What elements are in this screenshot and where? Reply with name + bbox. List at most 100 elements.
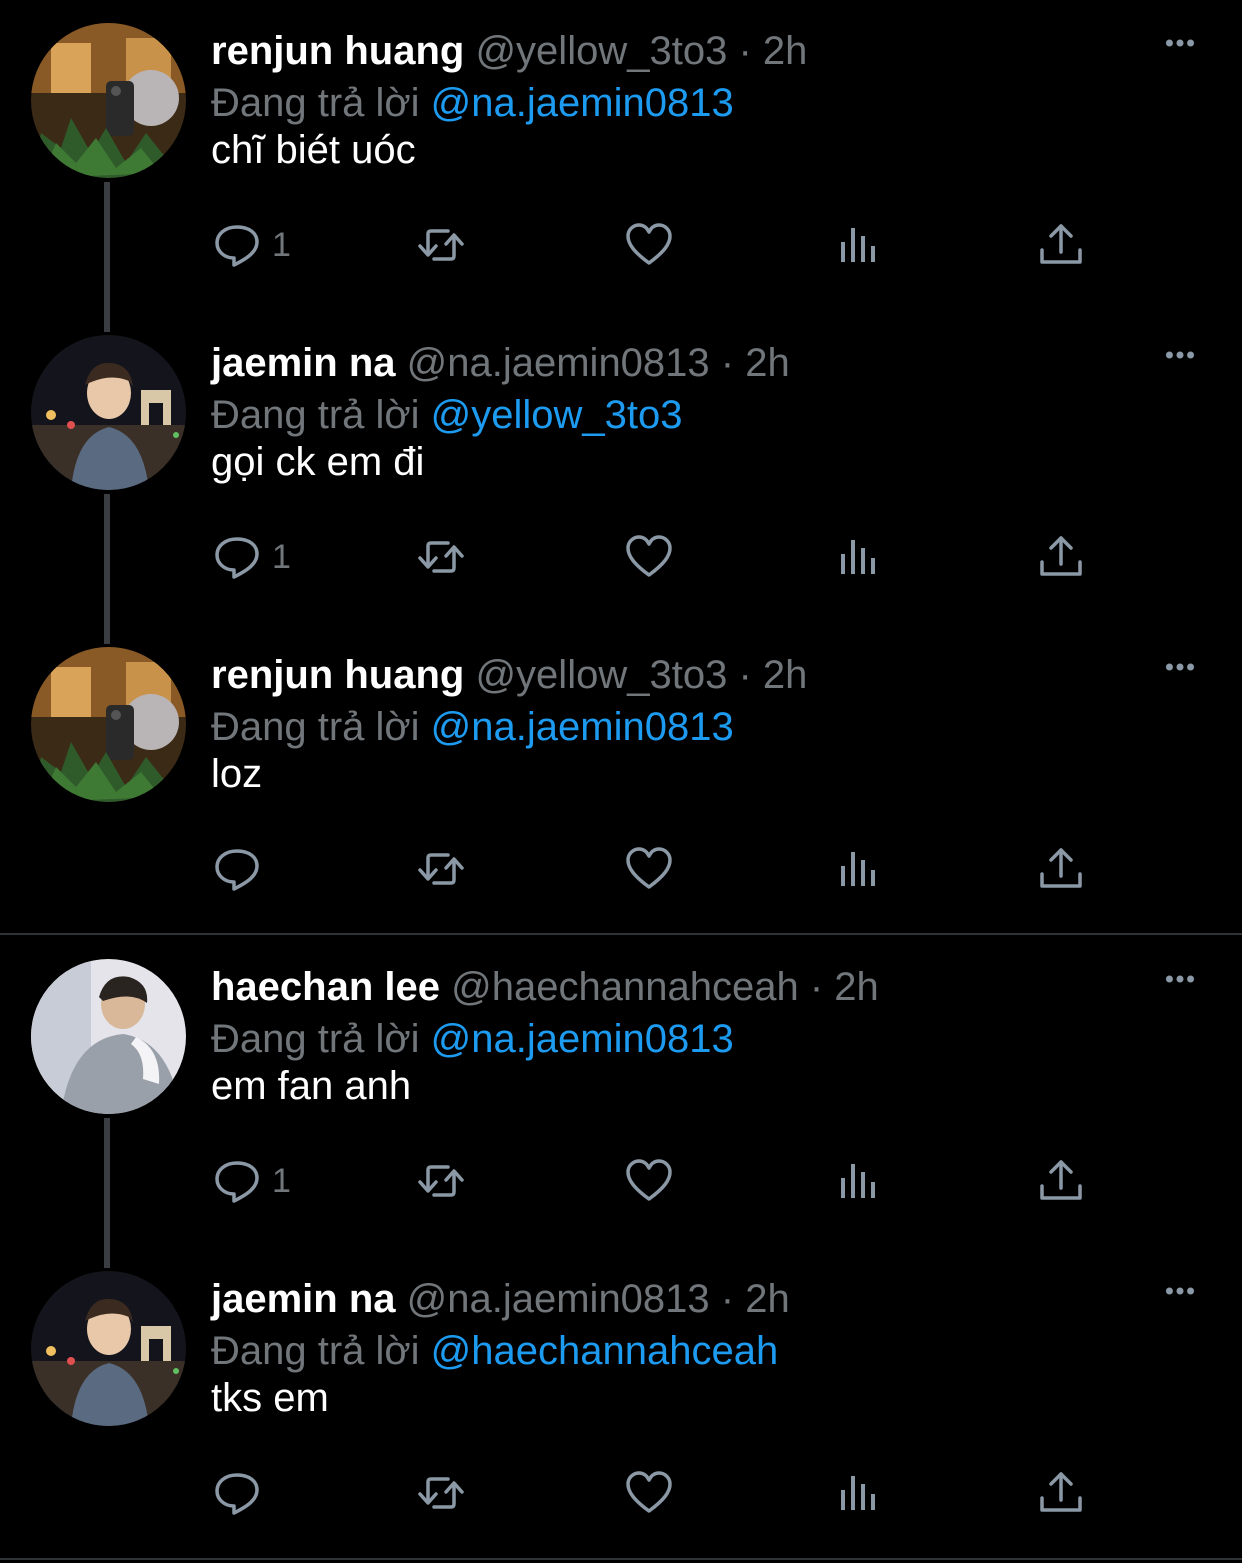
avatar[interactable]	[31, 335, 186, 490]
reply-count: 1	[272, 537, 291, 576]
like-icon	[624, 220, 674, 270]
mention-link[interactable]: @yellow_3to3	[431, 393, 683, 437]
more-options-button[interactable]	[1155, 1266, 1205, 1316]
share-button[interactable]	[1036, 1146, 1086, 1216]
user-handle[interactable]: @na.jaemin0813	[407, 341, 710, 385]
avatar[interactable]	[31, 23, 186, 178]
more-options-button[interactable]	[1155, 18, 1205, 68]
share-icon	[1036, 1468, 1086, 1518]
replying-to-label: Đang trả lời	[211, 1329, 420, 1373]
tweet-header: renjun huang @yellow_3to3 · 2h	[211, 649, 807, 701]
display-name[interactable]: renjun huang	[211, 29, 464, 73]
replying-to: Đang trả lời @na.jaemin0813	[211, 701, 734, 753]
tweet-text: tks em	[211, 1376, 329, 1420]
retweet-button[interactable]	[416, 522, 466, 592]
more-options-button[interactable]	[1155, 642, 1205, 692]
timestamp[interactable]: 2h	[834, 965, 879, 1009]
avatar[interactable]	[31, 647, 186, 802]
more-options-button[interactable]	[1155, 330, 1205, 380]
replying-to-label: Đang trả lời	[211, 1017, 420, 1061]
avatar[interactable]	[31, 959, 186, 1114]
like-button[interactable]	[624, 1458, 674, 1528]
more-icon	[1158, 333, 1202, 377]
views-button[interactable]	[832, 1146, 882, 1216]
share-icon	[1036, 220, 1086, 270]
user-handle[interactable]: @yellow_3to3	[475, 653, 727, 697]
like-button[interactable]	[624, 834, 674, 904]
share-button[interactable]	[1036, 834, 1086, 904]
display-name[interactable]: haechan lee	[211, 965, 440, 1009]
timestamp[interactable]: 2h	[745, 1277, 790, 1321]
share-button[interactable]	[1036, 1458, 1086, 1528]
tweet-actions: 1	[0, 522, 1242, 592]
views-icon	[832, 844, 882, 894]
like-button[interactable]	[624, 210, 674, 280]
reply-button[interactable]: 1	[212, 522, 291, 592]
tweet[interactable]: jaemin na @na.jaemin0813 · 2h Đang trả l…	[0, 1248, 1242, 1560]
like-button[interactable]	[624, 1146, 674, 1216]
tweet-text: gọi ck em đi	[211, 440, 425, 484]
share-button[interactable]	[1036, 210, 1086, 280]
timestamp[interactable]: 2h	[763, 653, 808, 697]
share-button[interactable]	[1036, 522, 1086, 592]
separator-dot: ·	[720, 341, 735, 385]
reply-button[interactable]: 1	[212, 210, 291, 280]
views-button[interactable]	[832, 1458, 882, 1528]
mention-link[interactable]: @haechannahceah	[431, 1329, 779, 1373]
views-icon	[832, 1468, 882, 1518]
like-icon	[624, 1468, 674, 1518]
tweet-header: jaemin na @na.jaemin0813 · 2h	[211, 337, 790, 389]
tweet-text: loz	[211, 752, 263, 796]
user-handle[interactable]: @haechannahceah	[451, 965, 799, 1009]
replying-to-label: Đang trả lời	[211, 705, 420, 749]
tweet[interactable]: haechan lee @haechannahceah · 2h Đang tr…	[0, 936, 1242, 1248]
timestamp[interactable]: 2h	[745, 341, 790, 385]
views-button[interactable]	[832, 834, 882, 904]
views-icon	[832, 532, 882, 582]
reply-button[interactable]: 1	[212, 1146, 291, 1216]
timestamp[interactable]: 2h	[763, 29, 808, 73]
display-name[interactable]: jaemin na	[211, 1277, 396, 1321]
reply-icon	[212, 220, 262, 270]
more-icon	[1158, 645, 1202, 689]
views-button[interactable]	[832, 522, 882, 592]
like-button[interactable]	[624, 522, 674, 592]
tweet-text: chĩ biét uóc	[211, 128, 416, 172]
share-icon	[1036, 844, 1086, 894]
display-name[interactable]: jaemin na	[211, 341, 396, 385]
user-handle[interactable]: @yellow_3to3	[475, 29, 727, 73]
avatar[interactable]	[31, 1271, 186, 1426]
retweet-button[interactable]	[416, 1458, 466, 1528]
more-icon	[1158, 21, 1202, 65]
tweet-header: renjun huang @yellow_3to3 · 2h	[211, 25, 807, 77]
retweet-button[interactable]	[416, 210, 466, 280]
more-options-button[interactable]	[1155, 954, 1205, 1004]
tweet[interactable]: jaemin na @na.jaemin0813 · 2h Đang trả l…	[0, 312, 1242, 624]
mention-link[interactable]: @na.jaemin0813	[431, 705, 734, 749]
views-button[interactable]	[832, 210, 882, 280]
reply-button[interactable]	[212, 834, 272, 904]
tweet[interactable]: renjun huang @yellow_3to3 · 2h Đang trả …	[0, 624, 1242, 936]
separator-dot: ·	[809, 965, 824, 1009]
tweet-actions	[0, 834, 1242, 904]
retweet-button[interactable]	[416, 834, 466, 904]
mention-link[interactable]: @na.jaemin0813	[431, 1017, 734, 1061]
tweet-text: em fan anh	[211, 1064, 412, 1108]
retweet-icon	[416, 220, 466, 270]
retweet-icon	[416, 1156, 466, 1206]
tweet-actions: 1	[0, 210, 1242, 280]
reply-icon	[212, 532, 262, 582]
mention-link[interactable]: @na.jaemin0813	[431, 81, 734, 125]
separator-dot: ·	[738, 29, 752, 73]
replying-to-label: Đang trả lời	[211, 393, 420, 437]
reply-button[interactable]	[212, 1458, 272, 1528]
user-handle[interactable]: @na.jaemin0813	[407, 1277, 710, 1321]
retweet-icon	[416, 844, 466, 894]
share-icon	[1036, 532, 1086, 582]
share-icon	[1036, 1156, 1086, 1206]
like-icon	[624, 1156, 674, 1206]
replying-to: Đang trả lời @haechannahceah	[211, 1325, 778, 1377]
tweet[interactable]: renjun huang @yellow_3to3 · 2h Đang trả …	[0, 0, 1242, 312]
display-name[interactable]: renjun huang	[211, 653, 464, 697]
retweet-button[interactable]	[416, 1146, 466, 1216]
